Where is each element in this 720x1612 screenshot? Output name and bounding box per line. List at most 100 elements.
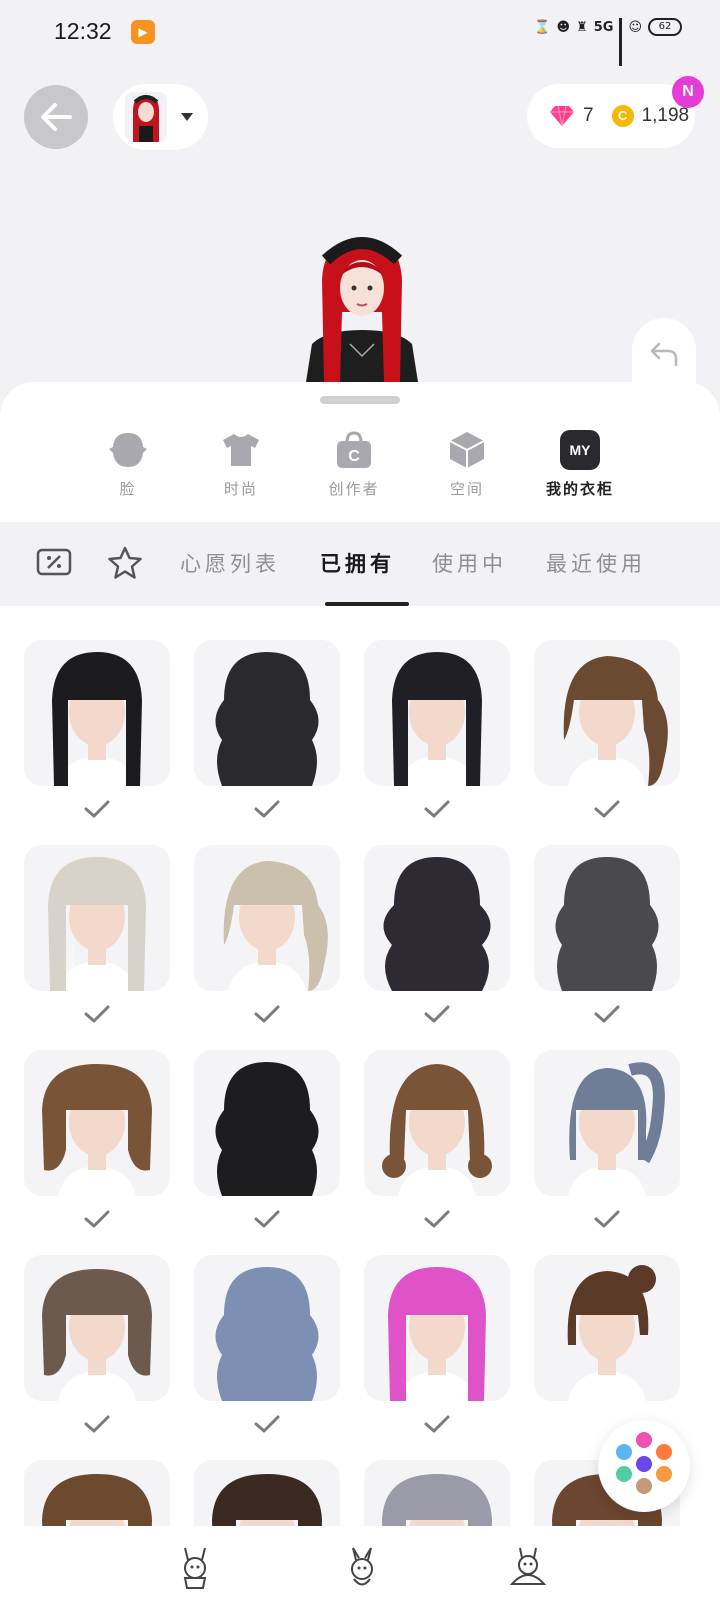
hair-thumbnail [24,1255,170,1401]
tab-label: 创作者 [328,480,380,498]
tab-label: 空间 [449,480,484,498]
tab-wishlist[interactable]: 心愿列表 [180,548,280,578]
hair-item-card[interactable] [24,1255,170,1435]
owned-check-icon [423,798,451,820]
hair-item-card[interactable] [194,1460,340,1526]
owned-check-icon [423,1003,451,1025]
gem-count: 7 [583,105,594,126]
arrow-left-icon [41,103,72,131]
bottle-icon: ♜ [576,19,588,35]
hair-item-card[interactable] [364,640,510,820]
hair-thumbnail [364,640,510,786]
hair-thumbnail [24,1460,170,1526]
avatar-thumbnail [125,92,167,142]
owned-check-icon [83,1003,111,1025]
currency-panel[interactable]: 7 C 1,198 [527,84,695,148]
hair-thumbnail [24,845,170,991]
undo-button[interactable] [632,318,696,390]
sheet-drag-handle[interactable] [320,396,400,404]
hourglass-icon: ⌛ [534,19,551,35]
owned-check-icon [253,1003,281,1025]
hair-item-card[interactable] [534,640,680,820]
avatar-switcher[interactable] [113,84,208,150]
cube-icon [447,430,487,470]
coupon-filter-button[interactable] [36,546,72,582]
color-palette-button[interactable] [598,1420,690,1512]
battery-icon: 62 [648,18,682,36]
nav-mascot-1[interactable] [173,1546,217,1590]
coin-icon: C [611,105,634,127]
tab-recently-used[interactable]: 最近使用 [546,548,646,578]
owned-check-icon [593,1208,621,1230]
tab-in-use[interactable]: 使用中 [432,548,507,578]
owned-check-icon [253,798,281,820]
hair-thumbnail [534,845,680,991]
hair-item-card[interactable] [24,1050,170,1230]
bunny-icon: ☻ [556,19,571,35]
tab-face[interactable]: 脸 [83,430,173,499]
my-icon: MY [560,430,600,470]
status-icons: ⌛ ☻ ♜ 5G ☺ 62 [534,18,682,66]
hair-item-card[interactable] [364,1460,510,1526]
hair-item-card[interactable] [194,640,340,820]
hair-item-card[interactable] [364,1050,510,1230]
status-bar: 12:32 ▶ ⌛ ☻ ♜ 5G ☺ 62 [0,0,720,66]
svg-text:C: C [348,448,360,465]
hair-item-card[interactable] [194,845,340,1025]
bunny-mascot-icon [351,1547,373,1586]
nav-mascot-3[interactable] [506,1546,550,1590]
palette-dot [656,1444,672,1460]
bunny-mascot-icon [183,1547,207,1589]
palette-dot [636,1432,652,1448]
hair-item-card[interactable] [24,1460,170,1526]
tab-creator[interactable]: C 创作者 [309,430,399,499]
filter-bar: 心愿列表 已拥有 使用中 最近使用 [0,522,720,606]
undo-icon [650,342,678,367]
wardrobe-sheet: 脸 时尚 C 创作者 空间 MY 我的衣柜 心愿列表 已拥有 使用中 最近使用 [0,382,720,1612]
active-tab-indicator [325,602,409,606]
tab-fashion[interactable]: 时尚 [196,430,286,499]
hair-item-card[interactable] [24,640,170,820]
hair-thumbnail [364,1460,510,1526]
hair-item-card[interactable] [24,845,170,1025]
hair-thumbnail [534,640,680,786]
tab-label: 时尚 [223,480,258,498]
owned-check-icon [83,1413,111,1435]
owned-check-icon [593,1003,621,1025]
coin-count: 1,198 [641,105,690,126]
status-time: 12:32 [54,18,112,44]
palette-dot [616,1466,632,1482]
owned-check-icon [253,1208,281,1230]
tab-my-wardrobe[interactable]: MY 我的衣柜 [535,430,625,499]
network-label: 5G [593,19,614,35]
hair-thumbnail [194,1050,340,1196]
tab-label: 脸 [119,480,137,498]
category-tabs: 脸 时尚 C 创作者 空间 MY 我的衣柜 [0,430,720,510]
hair-item-card[interactable] [534,1255,680,1435]
avatar-preview[interactable] [306,232,418,382]
hair-item-card[interactable] [364,1255,510,1435]
gem-icon [550,105,574,127]
palette-dot [636,1478,652,1494]
palette-dot [656,1466,672,1482]
hair-item-card[interactable] [364,845,510,1025]
favorite-filter-button[interactable] [107,546,143,584]
hair-item-card[interactable] [534,1050,680,1230]
hair-thumbnail [194,640,340,786]
tab-owned[interactable]: 已拥有 [320,548,395,578]
back-button[interactable] [24,85,88,149]
hair-thumbnail [534,1255,680,1401]
face-icon [108,430,148,470]
signal-icon [619,18,623,66]
nav-mascot-2[interactable] [340,1546,384,1590]
app-notification-icon: ▶ [131,20,155,44]
mascot-icon: ☺ [628,19,642,35]
shirt-icon [221,430,261,470]
hair-item-card[interactable] [194,1255,340,1435]
hair-item-card[interactable] [194,1050,340,1230]
new-badge[interactable]: N [672,76,704,108]
hair-item-card[interactable] [534,845,680,1025]
tab-space[interactable]: 空间 [422,430,512,499]
hair-thumbnail [364,845,510,991]
chevron-down-icon [181,113,193,121]
